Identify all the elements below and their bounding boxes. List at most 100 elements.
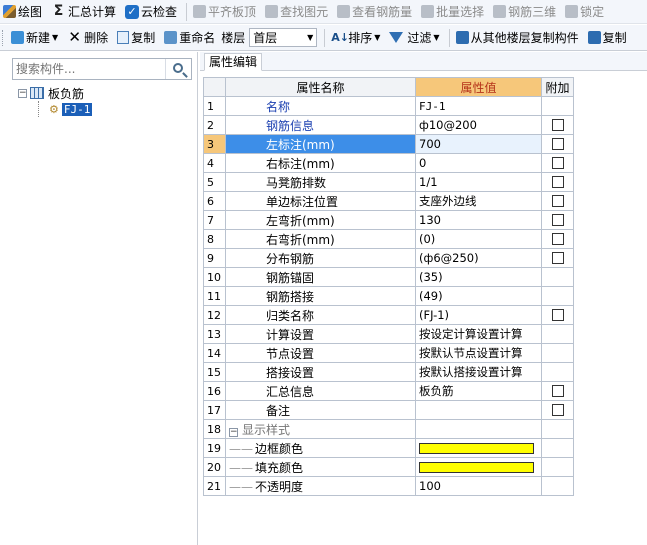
extra-checkbox[interactable] (551, 309, 564, 321)
delete-button[interactable]: ✕ 删除 (64, 27, 111, 49)
row-number: 8 (203, 229, 226, 249)
align-slab-top-icon (193, 5, 207, 18)
property-value[interactable]: 0 (415, 153, 542, 173)
color-swatch[interactable] (419, 442, 534, 454)
extra-checkbox[interactable] (551, 214, 564, 226)
extra-checkbox[interactable] (551, 176, 564, 188)
rebar-3d-button[interactable]: 钢筋三维 (490, 1, 559, 23)
search-input[interactable] (13, 60, 165, 78)
property-row[interactable]: 11 钢筋搭接 (49) (203, 286, 574, 306)
property-value[interactable] (415, 457, 542, 477)
view-rebar-icon (337, 5, 351, 18)
cloud-check-button[interactable]: ✓ 云检查 (122, 1, 180, 23)
property-value[interactable]: 支座外边线 (415, 191, 542, 211)
lock-button[interactable]: 锁定 (562, 1, 607, 23)
floor-label: 楼层 (221, 31, 246, 45)
extra-checkbox[interactable] (551, 195, 564, 207)
extra-cell (541, 305, 574, 325)
property-row[interactable]: 21 —— 不透明度 100 (203, 476, 574, 496)
extra-checkbox[interactable] (551, 233, 564, 245)
property-row[interactable]: 13 计算设置 按设定计算设置计算 (203, 324, 574, 344)
tree-node-child[interactable]: ⚙ FJ-1 (38, 101, 93, 117)
row-number: 4 (203, 153, 226, 173)
top-toolbar: 绘图 Σ 汇总计算 ✓ 云检查 平齐板顶 查找图元 查看钢筋量 批量选择 钢筋三维 … (0, 0, 647, 24)
property-row[interactable]: 6 单边标注位置 支座外边线 (203, 191, 574, 211)
property-row[interactable]: 16 汇总信息 板负筋 (203, 381, 574, 401)
summary-calc-button[interactable]: Σ 汇总计算 (48, 1, 119, 23)
property-row[interactable]: 14 节点设置 按默认节点设置计算 (203, 343, 574, 363)
property-row[interactable]: 2 钢筋信息 ф10@200 (203, 115, 574, 135)
collapse-toggle[interactable]: − (18, 88, 27, 98)
copy-button[interactable]: 复制 (114, 27, 158, 49)
property-value[interactable]: (FJ-1) (415, 305, 542, 325)
property-name-header[interactable]: 属性名称 (225, 77, 416, 97)
extra-checkbox[interactable] (551, 252, 564, 264)
property-value[interactable] (415, 438, 542, 458)
property-row[interactable]: 17 备注 (203, 400, 574, 420)
component-tree: − 板负筋 ⚙ FJ-1 (18, 85, 93, 117)
new-button[interactable]: 新建 ▼ (8, 27, 61, 49)
align-slab-top-button[interactable]: 平齐板顶 (190, 1, 259, 23)
property-value[interactable]: 按默认搭接设置计算 (415, 362, 542, 382)
property-value[interactable]: 按设定计算设置计算 (415, 324, 542, 344)
property-value[interactable]: 700 (415, 134, 542, 154)
chevron-down-icon: ▼ (374, 33, 381, 42)
search-button[interactable] (165, 59, 191, 79)
property-row[interactable]: 20 —— 填充颜色 (203, 457, 574, 477)
property-row[interactable]: 10 钢筋锚固 (35) (203, 267, 574, 287)
property-row[interactable]: 19 —— 边框颜色 (203, 438, 574, 458)
group-row[interactable]: 18− 显示样式 (203, 419, 574, 439)
property-row[interactable]: 15 搭接设置 按默认搭接设置计算 (203, 362, 574, 382)
tree-node-root[interactable]: − 板负筋 (18, 85, 92, 101)
property-value-header[interactable]: 属性值 (415, 77, 542, 97)
extra-checkbox[interactable] (551, 119, 564, 131)
property-value[interactable]: FJ-1 (415, 96, 542, 116)
copy-to-icon (587, 31, 601, 44)
property-value[interactable]: (35) (415, 267, 542, 287)
filter-button[interactable]: 过滤 ▼ (386, 27, 442, 49)
property-value[interactable]: 板负筋 (415, 381, 542, 401)
toolbar-grip[interactable] (2, 29, 5, 46)
color-swatch[interactable] (419, 461, 534, 473)
property-row[interactable]: 3 左标注(mm) 700 (203, 134, 574, 154)
property-row[interactable]: 5 马凳筋排数 1/1 (203, 172, 574, 192)
floor-select[interactable]: 首层 ▼ (249, 28, 318, 47)
property-row[interactable]: 8 右弯折(mm) (0) (203, 229, 574, 249)
property-value[interactable]: ф10@200 (415, 115, 542, 135)
property-value[interactable]: (ф6@250) (415, 248, 542, 268)
property-name: 分布钢筋 (225, 248, 416, 268)
property-value[interactable] (415, 400, 542, 420)
tree-connector: —— (229, 460, 253, 475)
property-value[interactable]: 100 (415, 476, 542, 496)
extra-checkbox[interactable] (551, 404, 564, 416)
delete-icon: ✕ (68, 28, 81, 46)
copy-to-button[interactable]: 复制 (585, 27, 630, 49)
property-value[interactable]: (0) (415, 229, 542, 249)
property-row[interactable]: 1 名称 FJ-1 (203, 96, 574, 116)
extra-header[interactable]: 附加 (541, 77, 574, 97)
rename-button[interactable]: 重命名 (161, 27, 218, 49)
extra-checkbox[interactable] (551, 157, 564, 169)
property-value[interactable]: 1/1 (415, 172, 542, 192)
property-value[interactable]: (49) (415, 286, 542, 306)
property-row[interactable]: 12 归类名称 (FJ-1) (203, 305, 574, 325)
property-row[interactable]: 4 右标注(mm) 0 (203, 153, 574, 173)
property-value[interactable]: 130 (415, 210, 542, 230)
property-value[interactable]: 按默认节点设置计算 (415, 343, 542, 363)
find-element-button[interactable]: 查找图元 (262, 1, 331, 23)
tab-property-edit[interactable]: 属性编辑 (204, 53, 263, 71)
property-row[interactable]: 7 左弯折(mm) 130 (203, 210, 574, 230)
draw-button[interactable]: 绘图 (0, 1, 45, 23)
collapse-toggle[interactable]: − (229, 427, 238, 437)
property-row[interactable]: 9 分布钢筋 (ф6@250) (203, 248, 574, 268)
property-name: 钢筋锚固 (225, 267, 416, 287)
sort-button[interactable]: A↓ 排序 ▼ (328, 27, 383, 49)
view-rebar-button[interactable]: 查看钢筋量 (334, 1, 415, 23)
property-name: 右标注(mm) (225, 153, 416, 173)
batch-select-button[interactable]: 批量选择 (418, 1, 487, 23)
property-name: 汇总信息 (225, 381, 416, 401)
extra-checkbox[interactable] (551, 138, 564, 150)
chevron-down-icon: ▼ (52, 33, 59, 42)
extra-checkbox[interactable] (551, 385, 564, 397)
copy-from-floor-button[interactable]: 从其他楼层复制构件 (453, 27, 582, 49)
